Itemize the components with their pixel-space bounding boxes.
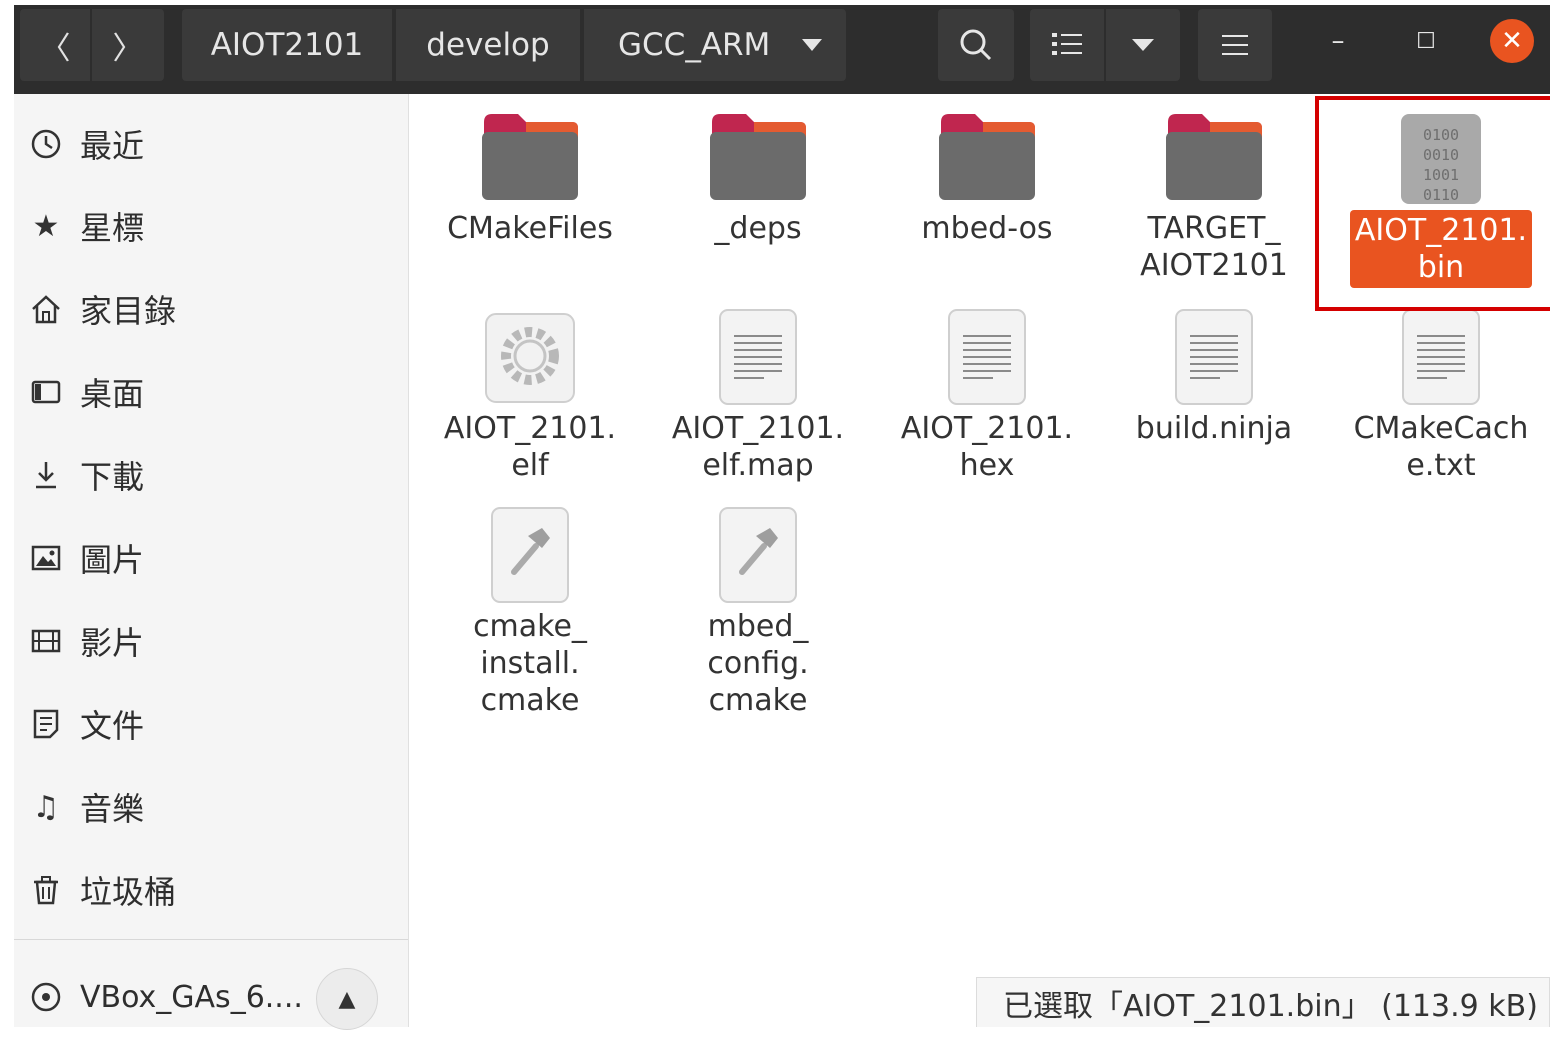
- file-name-label: mbed_ config. cmake: [707, 609, 809, 718]
- main-menu-button[interactable]: [1198, 9, 1272, 81]
- file-item[interactable]: AIOT_2101. elf.map: [658, 308, 858, 484]
- file-name-label: CMakeCach e.txt: [1353, 411, 1529, 483]
- file-item[interactable]: _deps: [658, 108, 858, 247]
- sidebar-item-label: 文件: [80, 707, 145, 745]
- chevron-right-icon: 〉: [112, 30, 144, 67]
- sidebar-item-documents[interactable]: 文件: [14, 689, 408, 759]
- sidebar-item-label: 音樂: [80, 790, 145, 828]
- breadcrumb-label: AIOT2101: [210, 27, 364, 63]
- status-bar: 已選取「AIOT_2101.bin」 (113.9 kB): [976, 977, 1550, 1027]
- image-icon: [28, 540, 64, 576]
- sidebar-divider: [14, 939, 408, 940]
- list-view-icon: [1052, 33, 1082, 55]
- minimize-button[interactable]: –: [1316, 19, 1360, 63]
- highlight-box: [1315, 96, 1550, 311]
- disc-icon: [28, 979, 64, 1015]
- sidebar-item-label: 垃圾桶: [80, 873, 177, 911]
- file-name-label: AIOT_2101. elf.map: [671, 411, 845, 483]
- eject-icon: ▲: [338, 986, 356, 1012]
- file-item[interactable]: CMakeFiles: [430, 108, 630, 247]
- file-item[interactable]: cmake_ install. cmake: [430, 506, 630, 719]
- file-item[interactable]: CMakeCach e.txt: [1341, 308, 1541, 484]
- cmake-script-icon: [708, 506, 808, 604]
- sidebar-item-label: 桌面: [80, 375, 145, 413]
- file-name-label: CMakeFiles: [447, 211, 613, 246]
- sidebar-item-downloads[interactable]: 下載: [14, 440, 408, 510]
- forward-button[interactable]: 〉: [92, 9, 164, 81]
- sidebar-item-starred[interactable]: ★ 星標: [14, 191, 408, 261]
- folder-icon: [708, 108, 808, 206]
- desktop-icon: [28, 374, 64, 410]
- film-icon: [28, 623, 64, 659]
- sidebar-item-label: 影片: [80, 624, 145, 662]
- sidebar-item-label: 星標: [80, 209, 145, 247]
- sidebar: 最近 ★ 星標 家目錄 桌面 下載 圖片 影片 文件 ♫ 音樂 垃圾桶 VBox…: [14, 94, 409, 1030]
- hamburger-menu-icon: [1222, 35, 1248, 55]
- sidebar-item-videos[interactable]: 影片: [14, 606, 408, 676]
- file-item[interactable]: mbed_ config. cmake: [658, 506, 858, 719]
- file-item[interactable]: build.ninja: [1114, 308, 1314, 447]
- text-file-icon: [1164, 308, 1264, 406]
- sidebar-item-label: 最近: [80, 127, 145, 165]
- file-name-label: build.ninja: [1135, 411, 1293, 446]
- sidebar-item-label: 家目錄: [80, 292, 177, 330]
- back-button[interactable]: 〈: [20, 9, 90, 81]
- file-item[interactable]: AIOT_2101. elf: [430, 308, 630, 484]
- file-name-label: TARGET_ AIOT2101: [1140, 211, 1288, 283]
- folder-icon: [480, 108, 580, 206]
- text-file-icon: [1391, 308, 1491, 406]
- file-name-label: mbed-os: [921, 211, 1053, 246]
- breadcrumb-aiot2101[interactable]: AIOT2101: [182, 9, 392, 81]
- cmake-script-icon: [480, 506, 580, 604]
- sidebar-item-device[interactable]: VBox_GAs_6.... ▲: [14, 952, 408, 1042]
- view-toggle-button[interactable]: [1030, 9, 1104, 81]
- breadcrumb-gcc-arm[interactable]: GCC_ARM: [584, 9, 846, 81]
- maximize-icon: ☐: [1416, 28, 1436, 54]
- minimize-icon: –: [1331, 26, 1345, 56]
- search-icon: [960, 29, 992, 61]
- chevron-down-icon: [802, 39, 822, 51]
- sidebar-item-music[interactable]: ♫ 音樂: [14, 772, 408, 842]
- text-file-icon: [937, 308, 1037, 406]
- folder-icon: [937, 108, 1037, 206]
- breadcrumb-label: GCC_ARM: [618, 27, 771, 63]
- status-text: 已選取「AIOT_2101.bin」 (113.9 kB): [1003, 988, 1538, 1024]
- sidebar-item-label: 圖片: [80, 541, 145, 579]
- chevron-down-icon: [1132, 39, 1154, 51]
- close-button[interactable]: ✕: [1490, 19, 1534, 63]
- file-name-label: AIOT_2101. hex: [900, 411, 1074, 483]
- header-bar: 〈 〉 AIOT2101 develop GCC_ARM – ☐ ✕: [14, 5, 1550, 94]
- file-name-label: AIOT_2101. elf: [443, 411, 617, 483]
- breadcrumb-develop[interactable]: develop: [396, 9, 580, 81]
- eject-button[interactable]: ▲: [316, 968, 378, 1030]
- close-icon: ✕: [1501, 26, 1523, 56]
- document-icon: [28, 706, 64, 742]
- home-icon: [28, 291, 64, 327]
- folder-icon: [1164, 108, 1264, 206]
- file-item[interactable]: AIOT_2101. hex: [887, 308, 1087, 484]
- sidebar-item-label: VBox_GAs_6....: [80, 979, 303, 1015]
- download-icon: [28, 457, 64, 493]
- music-icon: ♫: [32, 789, 60, 825]
- sidebar-item-label: 下載: [80, 458, 145, 496]
- sort-dropdown-button[interactable]: [1106, 9, 1180, 81]
- sidebar-item-desktop[interactable]: 桌面: [14, 357, 408, 427]
- trash-icon: [28, 872, 64, 908]
- executable-gear-icon: [480, 308, 580, 406]
- breadcrumb-label: develop: [426, 27, 550, 63]
- chevron-left-icon: 〈: [39, 30, 71, 67]
- maximize-button[interactable]: ☐: [1404, 19, 1448, 63]
- star-icon: ★: [32, 208, 60, 244]
- text-file-icon: [708, 308, 808, 406]
- sidebar-item-recent[interactable]: 最近: [14, 109, 408, 179]
- search-button[interactable]: [938, 9, 1014, 81]
- clock-icon: [28, 126, 64, 162]
- file-item[interactable]: TARGET_ AIOT2101: [1114, 108, 1314, 284]
- sidebar-item-trash[interactable]: 垃圾桶: [14, 855, 408, 925]
- file-item[interactable]: mbed-os: [887, 108, 1087, 247]
- sidebar-item-home[interactable]: 家目錄: [14, 274, 408, 344]
- file-name-label: cmake_ install. cmake: [473, 609, 587, 718]
- file-name-label: _deps: [714, 211, 802, 246]
- sidebar-item-pictures[interactable]: 圖片: [14, 523, 408, 593]
